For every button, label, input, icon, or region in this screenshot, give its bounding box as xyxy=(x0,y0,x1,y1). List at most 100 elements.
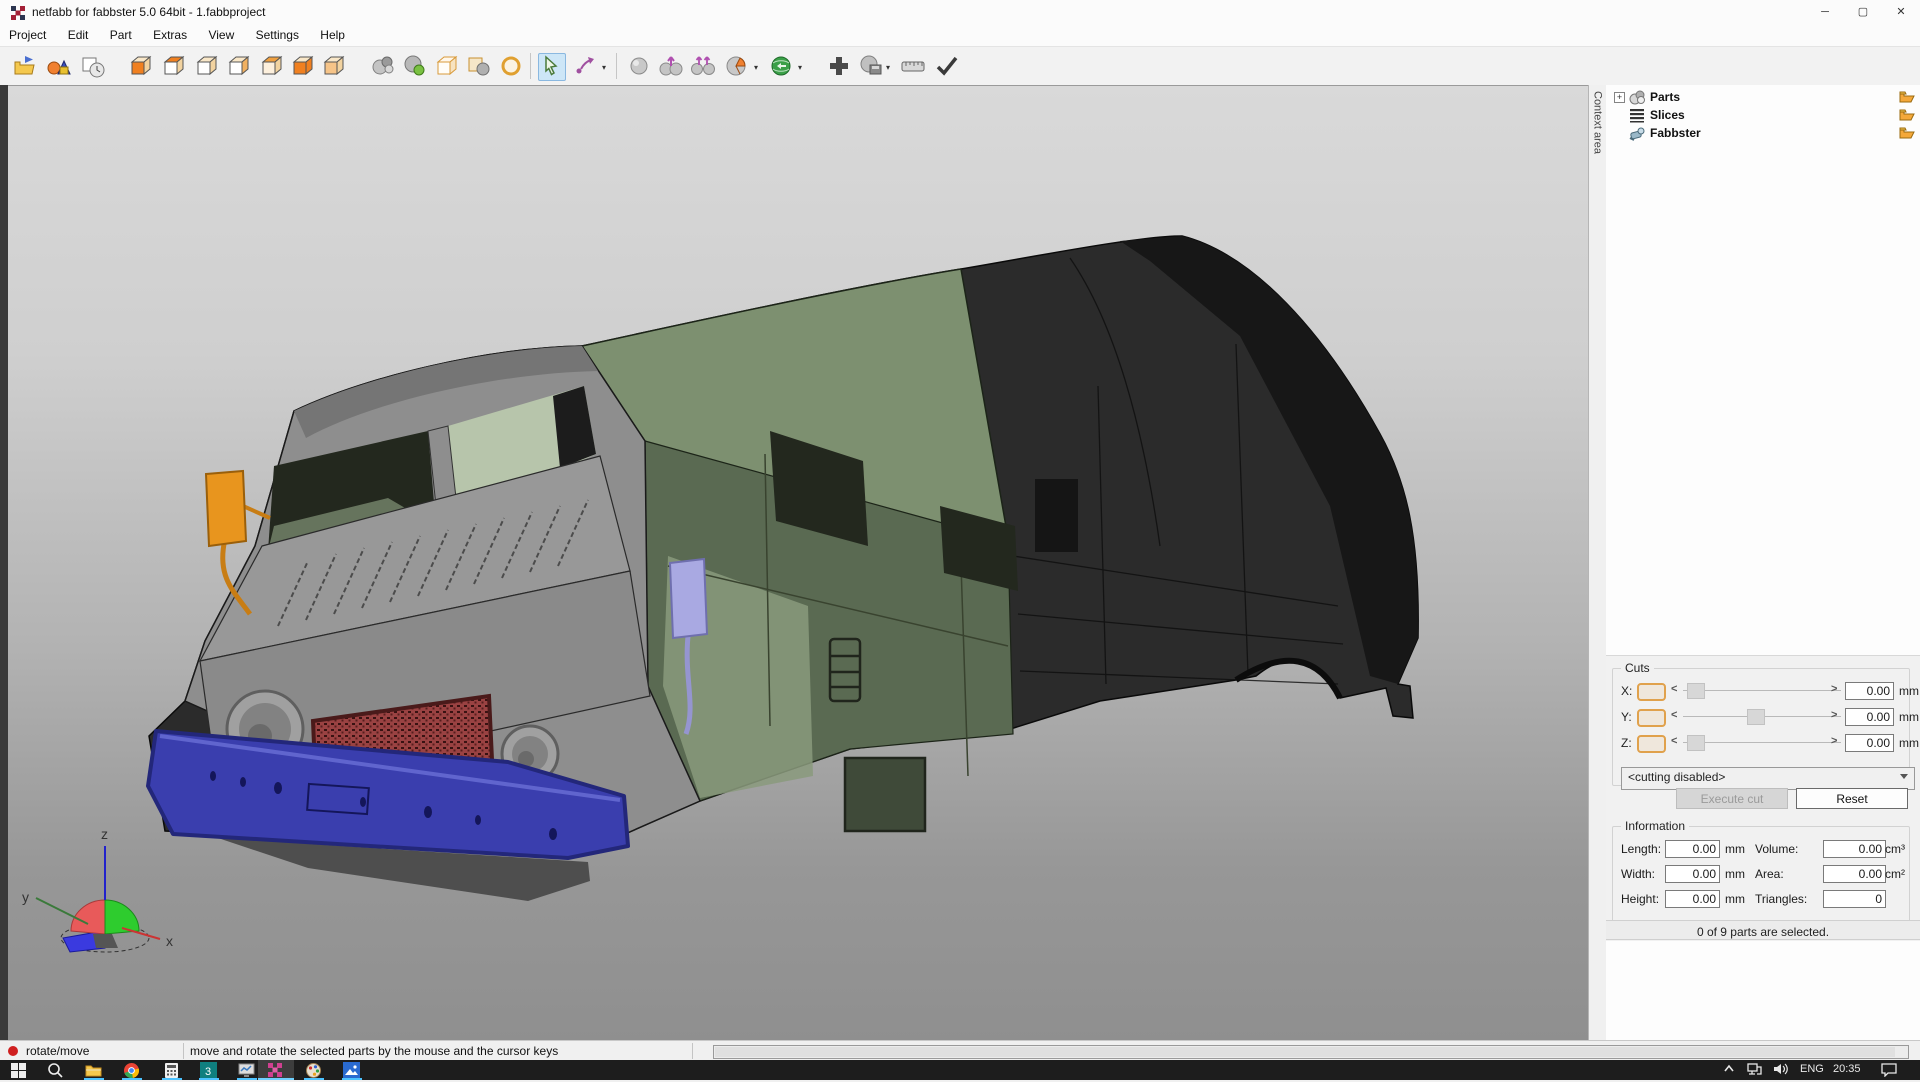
viewport-3d[interactable]: z y x xyxy=(8,85,1588,1041)
open-folder-icon[interactable] xyxy=(1899,108,1915,124)
tray-chevron-icon[interactable] xyxy=(1722,1061,1736,1080)
open-project-icon[interactable] xyxy=(12,53,38,79)
slider-left-arrow[interactable]: < xyxy=(1671,709,1677,721)
cut-z-unit: mm xyxy=(1899,736,1919,750)
default-part-icon[interactable] xyxy=(626,53,652,79)
open-folder-icon[interactable] xyxy=(1899,126,1915,142)
cut-y-toggle[interactable] xyxy=(1637,709,1666,727)
analyse-caret-icon[interactable]: ▾ xyxy=(754,63,758,72)
tray-clock[interactable]: 20:35 xyxy=(1833,1063,1861,1075)
export-caret-icon[interactable]: ▾ xyxy=(886,63,890,72)
context-area-tab[interactable]: Context area xyxy=(1588,85,1607,1040)
cut-y-unit: mm xyxy=(1899,710,1919,724)
cutting-mode-dropdown[interactable]: <cutting disabled> xyxy=(1621,767,1915,790)
chrome-icon[interactable] xyxy=(123,1062,140,1079)
scale-part-icon[interactable] xyxy=(690,53,716,79)
execute-cut-button[interactable]: Execute cut xyxy=(1676,788,1788,809)
close-button[interactable]: ✕ xyxy=(1882,0,1920,25)
slider-right-arrow[interactable]: > xyxy=(1831,735,1837,747)
cut-z-toggle[interactable] xyxy=(1637,735,1666,753)
netfabb-icon xyxy=(268,1063,282,1077)
open-folder-icon[interactable] xyxy=(1899,90,1915,106)
cut-row-y: Y: < > 0.00 mm xyxy=(1613,708,1919,727)
model-rear-window[interactable] xyxy=(1035,479,1078,552)
view-cube-bottom-icon[interactable] xyxy=(290,53,316,79)
slider-left-arrow[interactable]: < xyxy=(1671,735,1677,747)
slider-left-arrow[interactable]: < xyxy=(1671,683,1677,695)
view-cube-left-icon[interactable] xyxy=(194,53,220,79)
file-explorer-icon[interactable] xyxy=(85,1062,102,1079)
maximize-button[interactable]: ▢ xyxy=(1844,0,1882,25)
measure-icon[interactable] xyxy=(900,53,926,79)
part-quality-icon[interactable] xyxy=(402,53,428,79)
zoom-icon[interactable] xyxy=(498,53,524,79)
slice-caret-icon[interactable]: ▾ xyxy=(798,63,802,72)
project-info-icon[interactable] xyxy=(80,53,106,79)
menu-project[interactable]: Project xyxy=(0,25,55,42)
status-bar: rotate/move move and rotate the selected… xyxy=(0,1040,1920,1061)
move-rotate-icon[interactable] xyxy=(572,53,598,79)
menu-settings[interactable]: Settings xyxy=(247,25,308,42)
view-cube-front-icon[interactable] xyxy=(128,53,154,79)
expander-icon[interactable]: + xyxy=(1614,92,1625,103)
triangles-value[interactable]: 0 xyxy=(1823,890,1886,908)
cut-x-slider-thumb[interactable] xyxy=(1687,683,1705,699)
menu-edit[interactable]: Edit xyxy=(59,25,98,42)
volume-value[interactable]: 0.00 xyxy=(1823,840,1886,858)
width-value[interactable]: 0.00 xyxy=(1665,865,1720,883)
netfabb-taskbar-active[interactable] xyxy=(258,1060,294,1080)
area-value[interactable]: 0.00 xyxy=(1823,865,1886,883)
tree-item-slices[interactable]: Slices xyxy=(1606,106,1920,124)
reset-button[interactable]: Reset xyxy=(1796,788,1908,809)
cut-x-slider-track[interactable] xyxy=(1683,690,1841,691)
slice-icon[interactable] xyxy=(768,53,794,79)
photos-icon[interactable] xyxy=(343,1062,360,1079)
menu-view[interactable]: View xyxy=(199,25,243,42)
view-cube-top-icon[interactable] xyxy=(259,53,285,79)
view-cube-right-icon[interactable] xyxy=(226,53,252,79)
box-frame-icon[interactable] xyxy=(434,53,460,79)
tree-item-fabbster[interactable]: Fabbster xyxy=(1606,124,1920,142)
menu-extras[interactable]: Extras xyxy=(144,25,196,42)
move-rotate-caret-icon[interactable]: ▾ xyxy=(602,63,606,72)
cut-x-toggle[interactable] xyxy=(1637,683,1666,701)
network-icon[interactable] xyxy=(1746,1061,1764,1080)
menu-part[interactable]: Part xyxy=(101,25,141,42)
tree-item-parts[interactable]: + Parts xyxy=(1606,88,1920,106)
start-button-icon[interactable] xyxy=(10,1062,27,1079)
context-area-label: Context area xyxy=(1591,91,1604,154)
analyse-icon[interactable] xyxy=(724,53,750,79)
menu-help[interactable]: Help xyxy=(311,25,354,42)
system-monitor-icon[interactable] xyxy=(238,1062,255,1079)
cut-x-value[interactable]: 0.00 xyxy=(1845,682,1894,700)
minimize-button[interactable]: ─ xyxy=(1806,0,1844,25)
repair-part-icon[interactable] xyxy=(370,53,396,79)
calculator-icon[interactable] xyxy=(163,1062,180,1079)
cutting-mode-value: <cutting disabled> xyxy=(1628,770,1726,784)
tray-language[interactable]: ENG xyxy=(1800,1063,1824,1075)
view-cube-iso-icon[interactable] xyxy=(321,53,347,79)
view-cube-back-icon[interactable] xyxy=(161,53,187,79)
height-value[interactable]: 0.00 xyxy=(1665,890,1720,908)
cut-y-value[interactable]: 0.00 xyxy=(1845,708,1894,726)
add-icon[interactable] xyxy=(826,53,852,79)
cut-y-slider-thumb[interactable] xyxy=(1747,709,1765,725)
export-icon[interactable] xyxy=(858,53,884,79)
paint-icon[interactable] xyxy=(305,1062,322,1079)
cube-sphere-icon[interactable] xyxy=(466,53,492,79)
3dsmax-icon[interactable]: 3 xyxy=(200,1062,217,1079)
search-icon[interactable] xyxy=(47,1062,64,1079)
select-cursor-icon[interactable] xyxy=(538,53,566,81)
cut-z-slider-track[interactable] xyxy=(1683,742,1841,743)
cut-z-value[interactable]: 0.00 xyxy=(1845,734,1894,752)
speaker-icon[interactable] xyxy=(1772,1061,1790,1080)
notification-icon[interactable] xyxy=(1880,1061,1898,1080)
cut-z-slider-thumb[interactable] xyxy=(1687,735,1705,751)
slider-right-arrow[interactable]: > xyxy=(1831,709,1837,721)
add-part-icon[interactable] xyxy=(46,53,72,79)
move-part-icon[interactable] xyxy=(658,53,684,79)
horizontal-scrollbar[interactable] xyxy=(713,1045,1909,1059)
slider-right-arrow[interactable]: > xyxy=(1831,683,1837,695)
length-value[interactable]: 0.00 xyxy=(1665,840,1720,858)
validate-icon[interactable] xyxy=(934,53,960,79)
